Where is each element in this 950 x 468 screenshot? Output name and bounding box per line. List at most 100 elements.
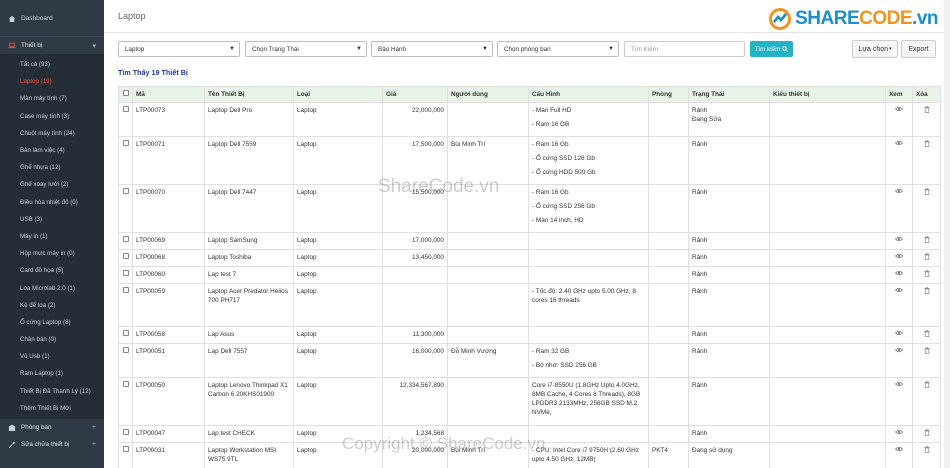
cell-kind xyxy=(769,102,886,137)
type-select[interactable]: Laptop ▼ xyxy=(118,41,240,57)
choose-dropdown-button[interactable]: Lựa chọn ▾ xyxy=(852,40,898,58)
trash-icon[interactable] xyxy=(924,446,930,453)
cell-config xyxy=(528,249,649,267)
sidebar-subitem[interactable]: Chuột máy tính (24) xyxy=(0,125,104,142)
row-checkbox[interactable] xyxy=(122,330,129,336)
sidebar-item-dashboard[interactable]: Dashboard xyxy=(0,0,104,37)
sidebar-subitem[interactable]: Chân bàn (0) xyxy=(0,331,104,348)
sidebar-category-devices[interactable]: Thiết bị ▾ xyxy=(0,37,104,54)
sidebar-subitem[interactable]: Ghế nhựa (12) xyxy=(0,159,104,176)
table-row[interactable]: LTP00060 Lap test 7 Laptop Rảnh xyxy=(118,266,941,284)
trash-icon[interactable] xyxy=(924,140,930,147)
row-checkbox[interactable] xyxy=(122,253,129,259)
sidebar-subitem[interactable]: Card đồ họa (5) xyxy=(0,262,104,279)
room-select[interactable]: Chọn phòng ban ▼ xyxy=(497,41,619,57)
table-row[interactable]: LTP00069 Laptop SamSung Laptop 17,000,000 Rả… xyxy=(118,232,941,250)
col-header-room[interactable]: Phòng xyxy=(648,86,689,103)
sidebar-subitem[interactable]: Hộp mực máy in (0) xyxy=(0,245,104,262)
table-row[interactable]: LTP00059 Laptop Acer Predator Helios 700 … xyxy=(118,283,941,327)
chevron-down-icon: ▼ xyxy=(608,46,614,52)
sidebar-subitem[interactable]: Bàn làm việc (4) xyxy=(0,142,104,159)
eye-icon[interactable] xyxy=(895,106,903,112)
cell-name: Laptop Lenovo Thinkpad X1 Carbon 6 20KHS… xyxy=(204,377,294,426)
col-header-name[interactable]: Tên Thiết Bị xyxy=(204,86,294,103)
export-button[interactable]: Export xyxy=(901,40,936,58)
eye-icon[interactable] xyxy=(895,429,903,435)
sidebar-subitem[interactable]: Ghế xoay lưới (2) xyxy=(0,176,104,193)
sidebar-subitem[interactable]: Thêm Thiết Bị Mới xyxy=(0,400,104,417)
sidebar-subitem[interactable]: Loa Microlab 2.0 (1) xyxy=(0,279,104,296)
sidebar-subitem[interactable]: USB (3) xyxy=(0,211,104,228)
eye-icon[interactable] xyxy=(895,446,903,452)
trash-icon[interactable] xyxy=(924,287,930,294)
eye-icon[interactable] xyxy=(895,287,903,293)
col-header-status[interactable]: Trạng Thái xyxy=(688,86,770,103)
row-checkbox[interactable] xyxy=(122,347,129,353)
row-checkbox[interactable] xyxy=(122,140,129,146)
col-header-user[interactable]: Người dùng xyxy=(447,86,529,103)
sidebar-subitem[interactable]: Tất cả (93) xyxy=(0,56,104,73)
sidebar-subitem[interactable]: Màn máy tính (7) xyxy=(0,90,104,107)
col-header-price[interactable]: Giá xyxy=(382,86,448,103)
cell-status: Rảnh xyxy=(688,249,770,267)
table-row[interactable]: LTP00068 Laptop Toshiba Laptop 13,450,000 Rả… xyxy=(118,249,941,267)
sidebar-subitem[interactable]: Case máy tính (3) xyxy=(0,108,104,125)
trash-icon[interactable] xyxy=(924,106,930,113)
eye-icon[interactable] xyxy=(895,270,903,276)
row-checkbox[interactable] xyxy=(122,236,129,242)
row-checkbox[interactable] xyxy=(122,188,129,194)
row-checkbox[interactable] xyxy=(122,106,129,112)
sidebar-subitem[interactable]: Ram Laptop (1) xyxy=(0,365,104,382)
row-checkbox[interactable] xyxy=(122,270,129,276)
trash-icon[interactable] xyxy=(924,236,930,243)
trash-icon[interactable] xyxy=(924,188,930,195)
table-row[interactable]: LTP00073 Laptop Dell Pro Laptop 22,000,000 -… xyxy=(118,102,941,137)
trash-icon[interactable] xyxy=(924,429,930,436)
table-row[interactable]: LTP00047 Lap test CHECK Laptop 1,234,568 Rản… xyxy=(118,425,941,443)
eye-icon[interactable] xyxy=(895,188,903,194)
trash-icon[interactable] xyxy=(924,381,930,388)
cell-price: 1,234,568 xyxy=(382,425,448,443)
cell-config: Core i7-8550U (1.8GHz Upto 4.0GHz, 8MB C… xyxy=(528,377,649,426)
table-row[interactable]: LTP00071 Laptop Dell 7559 Laptop 17,500,000… xyxy=(118,136,941,185)
sidebar-subitem[interactable]: Điều hòa nhiệt độ (0) xyxy=(0,194,104,211)
col-header-kind[interactable]: Kiểu thiết bị xyxy=(769,86,886,103)
trash-icon[interactable] xyxy=(924,253,930,260)
sidebar-subitem[interactable]: Kệ để loa (2) xyxy=(0,297,104,314)
col-header-type[interactable]: Loại xyxy=(293,86,383,103)
trash-icon[interactable] xyxy=(924,270,930,277)
sidebar-subitem[interactable]: Vỏ Usb (1) xyxy=(0,348,104,365)
row-checkbox[interactable] xyxy=(122,429,129,435)
select-all-checkbox[interactable] xyxy=(122,90,129,96)
table-row[interactable]: LTP00058 Lap Asus Laptop 11,300,000 Rảnh xyxy=(118,326,941,344)
table-row[interactable]: LTP00051 Lap Dell 7557 Laptop 16,000,000 Đỗ … xyxy=(118,343,941,378)
row-checkbox[interactable] xyxy=(122,381,129,387)
status-select[interactable]: Chọn Trạng Thái ▼ xyxy=(245,41,367,57)
col-header-code[interactable]: Mã xyxy=(132,86,205,103)
col-header-config[interactable]: Cấu Hình xyxy=(528,86,649,103)
table-row[interactable]: LTP00050 Laptop Lenovo Thinkpad X1 Carbon… xyxy=(118,377,941,426)
eye-icon[interactable] xyxy=(895,330,903,336)
sidebar-item-departments[interactable]: Phòng ban + xyxy=(0,419,104,436)
eye-icon[interactable] xyxy=(895,381,903,387)
eye-icon[interactable] xyxy=(895,347,903,353)
eye-icon[interactable] xyxy=(895,140,903,146)
eye-icon[interactable] xyxy=(895,253,903,259)
eye-icon[interactable] xyxy=(895,236,903,242)
search-input[interactable]: Tìm Kiếm xyxy=(624,41,745,57)
sidebar-subitem[interactable]: Máy in (1) xyxy=(0,228,104,245)
sidebar-subitem[interactable]: Thiết Bị Đã Thanh Lý (12) xyxy=(0,383,104,400)
warranty-select[interactable]: Bảo Hành ▼ xyxy=(371,41,493,57)
row-checkbox[interactable] xyxy=(122,446,129,452)
row-checkbox[interactable] xyxy=(122,287,129,293)
table-row[interactable]: LTP00031 Laptop Workstation MSI WS75 9TL L… xyxy=(118,442,941,468)
scrollbar[interactable] xyxy=(944,0,950,468)
cell-type: Laptop xyxy=(293,136,383,185)
trash-icon[interactable] xyxy=(924,330,930,337)
sidebar-subitem[interactable]: Ổ cứng Laptop (8) xyxy=(0,314,104,331)
sidebar-item-repair[interactable]: Sửa chữa thiết bị + xyxy=(0,436,104,453)
sidebar-subitem[interactable]: Laptop (19) xyxy=(0,73,104,90)
table-row[interactable]: LTP00070 Laptop Dell 7447 Laptop 15,500,000… xyxy=(118,184,941,233)
search-button[interactable]: Tìm kiếm xyxy=(750,41,793,57)
trash-icon[interactable] xyxy=(924,347,930,354)
